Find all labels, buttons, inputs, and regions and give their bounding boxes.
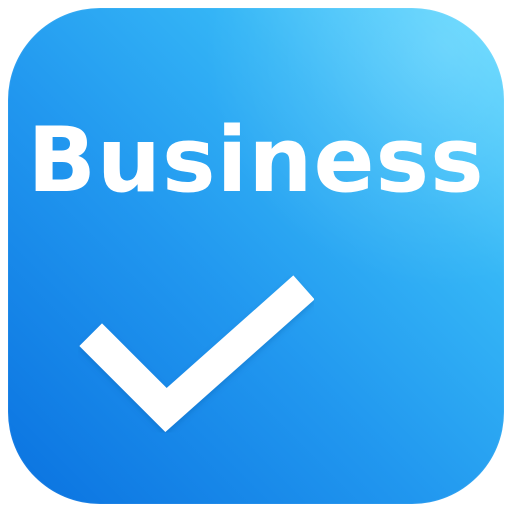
app-icon-label: Business: [27, 108, 485, 213]
checkmark-icon: [79, 275, 314, 432]
business-app-icon[interactable]: Business: [8, 8, 504, 504]
